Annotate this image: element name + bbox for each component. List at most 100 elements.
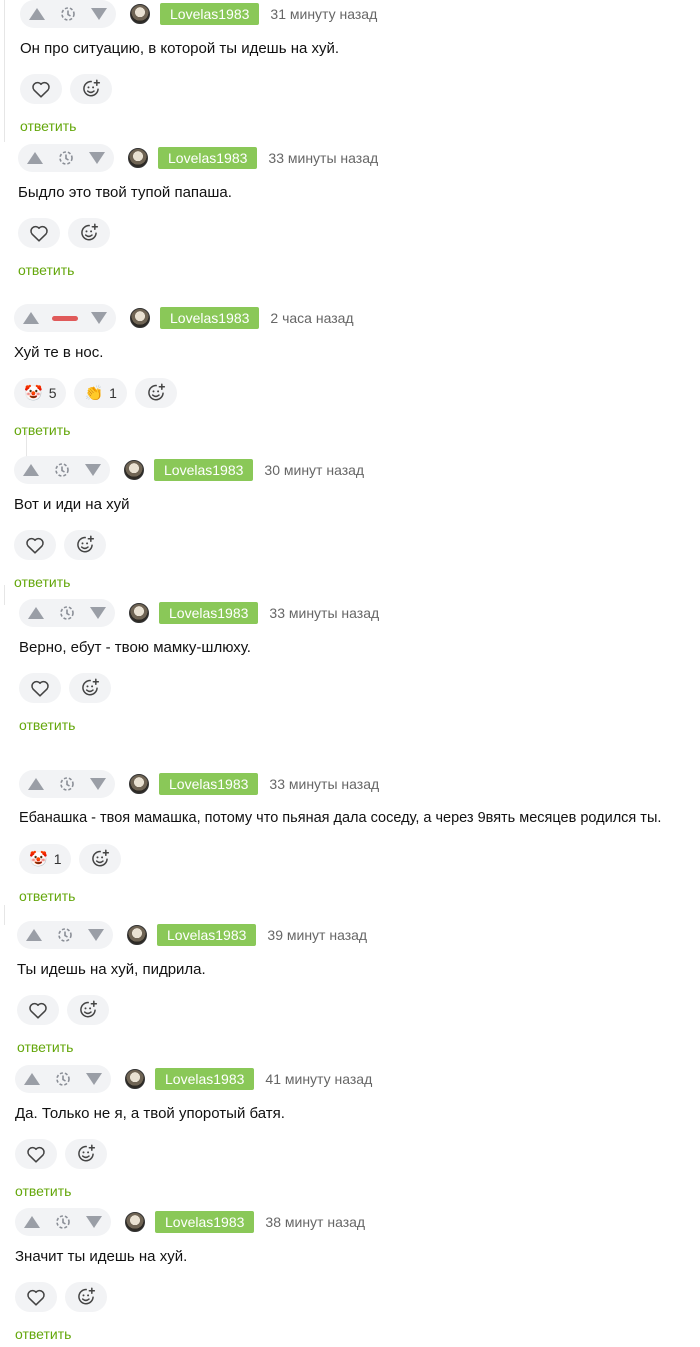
comment-header: Lovelas1983 30 минут назад [14,456,364,484]
vote-control [18,144,114,172]
comment-timestamp[interactable]: 2 часа назад [270,310,353,326]
like-button[interactable] [15,1139,57,1169]
username-badge[interactable]: Lovelas1983 [159,773,259,795]
add-emoji-icon [78,1287,96,1305]
rating-pending-clock-icon [59,605,75,621]
reaction-count: 5 [48,385,57,401]
username-badge[interactable]: Lovelas1983 [159,602,259,624]
heart-icon [26,537,44,554]
like-button[interactable] [19,673,61,703]
avatar[interactable] [130,4,150,24]
username-badge[interactable]: Lovelas1983 [160,3,260,25]
username-badge[interactable]: Lovelas1983 [157,924,257,946]
reactions-bar [19,673,111,703]
comment-text: Он про ситуацию, в которой ты идешь на х… [20,40,340,57]
add-reaction-button[interactable] [68,218,110,248]
username-badge[interactable]: Lovelas1983 [158,147,258,169]
comment-timestamp[interactable]: 33 минуты назад [269,605,379,621]
add-reaction-button[interactable] [65,1282,107,1312]
comment-timestamp[interactable]: 33 минуты назад [268,150,378,166]
avatar[interactable] [125,1069,145,1089]
downvote-arrow-icon[interactable] [90,778,106,790]
upvote-arrow-icon[interactable] [23,312,39,324]
downvote-arrow-icon[interactable] [88,929,104,941]
reaction-clap[interactable]: 👏 1 [74,378,127,408]
username-badge[interactable]: Lovelas1983 [155,1068,255,1090]
avatar[interactable] [128,148,148,168]
reaction-count: 1 [109,385,117,401]
downvote-arrow-icon[interactable] [86,1216,102,1228]
add-reaction-button[interactable] [79,844,122,874]
downvote-arrow-icon[interactable] [85,464,101,476]
upvote-arrow-icon[interactable] [27,152,43,164]
like-button[interactable] [20,74,62,104]
upvote-arrow-icon[interactable] [23,464,39,476]
comment-text: Ебанашка - твоя мамашка, потому что пьян… [19,810,662,826]
reaction-clown[interactable]: 🤡 5 [14,378,67,408]
add-reaction-button[interactable] [67,995,109,1025]
comment-header: Lovelas1983 2 часа назад [14,304,354,332]
upvote-arrow-icon[interactable] [24,1073,40,1085]
upvote-arrow-icon[interactable] [26,929,42,941]
avatar[interactable] [129,603,149,623]
vote-control [15,1208,111,1236]
reactions-bar [20,74,112,104]
add-reaction-button[interactable] [69,673,111,703]
heart-icon [29,1002,47,1019]
comment-timestamp[interactable]: 41 минуту назад [265,1071,372,1087]
add-reaction-button[interactable] [64,530,106,560]
reply-link[interactable]: ответить [17,1039,73,1055]
add-emoji-icon [80,1000,98,1018]
comment-timestamp[interactable]: 30 минут назад [264,462,364,478]
add-reaction-button[interactable] [65,1139,107,1169]
like-button[interactable] [15,1282,57,1312]
username-badge[interactable]: Lovelas1983 [160,307,260,329]
username-badge[interactable]: Lovelas1983 [154,459,254,481]
avatar[interactable] [130,308,150,328]
reply-link[interactable]: ответить [15,1183,71,1199]
upvote-arrow-icon[interactable] [28,607,44,619]
like-button[interactable] [14,530,56,560]
avatar[interactable] [125,1212,145,1232]
reply-link[interactable]: ответить [18,262,74,278]
add-reaction-button[interactable] [70,74,112,104]
comment-timestamp[interactable]: 38 минут назад [265,1214,365,1230]
like-button[interactable] [18,218,60,248]
reply-link[interactable]: ответить [19,717,75,733]
reply-link[interactable]: ответить [14,574,70,590]
comment-text: Значит ты идешь на хуй. [15,1248,188,1265]
avatar[interactable] [129,774,149,794]
upvote-arrow-icon[interactable] [29,8,45,20]
comment-timestamp[interactable]: 33 минуты назад [269,776,379,792]
clown-face-icon: 🤡 [29,850,48,868]
reply-link[interactable]: ответить [19,888,75,904]
comment-header: Lovelas1983 38 минут назад [15,1208,365,1236]
upvote-arrow-icon[interactable] [28,778,44,790]
comment-header: Lovelas1983 33 минуты назад [18,144,378,172]
avatar[interactable] [124,460,144,480]
reply-link[interactable]: ответить [15,1326,71,1342]
downvote-arrow-icon[interactable] [91,8,107,20]
comment-timestamp[interactable]: 39 минут назад [267,927,367,943]
like-button[interactable] [17,995,59,1025]
add-reaction-button[interactable] [134,378,177,408]
avatar[interactable] [127,925,147,945]
heart-icon [27,1289,45,1306]
heart-icon [27,1146,45,1163]
username-badge[interactable]: Lovelas1983 [155,1211,255,1233]
vote-control [19,770,115,798]
reply-link[interactable]: ответить [14,422,70,438]
downvote-arrow-icon[interactable] [91,312,107,324]
comment-text: Ты идешь на хуй, пидрила. [17,961,206,978]
reaction-clown[interactable]: 🤡 1 [19,844,72,874]
reactions-bar [17,995,109,1025]
upvote-arrow-icon[interactable] [24,1216,40,1228]
reply-link[interactable]: ответить [20,118,76,134]
downvote-arrow-icon[interactable] [86,1073,102,1085]
downvote-arrow-icon[interactable] [89,152,105,164]
downvote-arrow-icon[interactable] [90,607,106,619]
comment-timestamp[interactable]: 31 минуту назад [270,6,377,22]
comment-header: Lovelas1983 41 минуту назад [15,1065,372,1093]
reactions-bar [15,1139,107,1169]
comment-header: Lovelas1983 33 минуты назад [19,770,379,798]
